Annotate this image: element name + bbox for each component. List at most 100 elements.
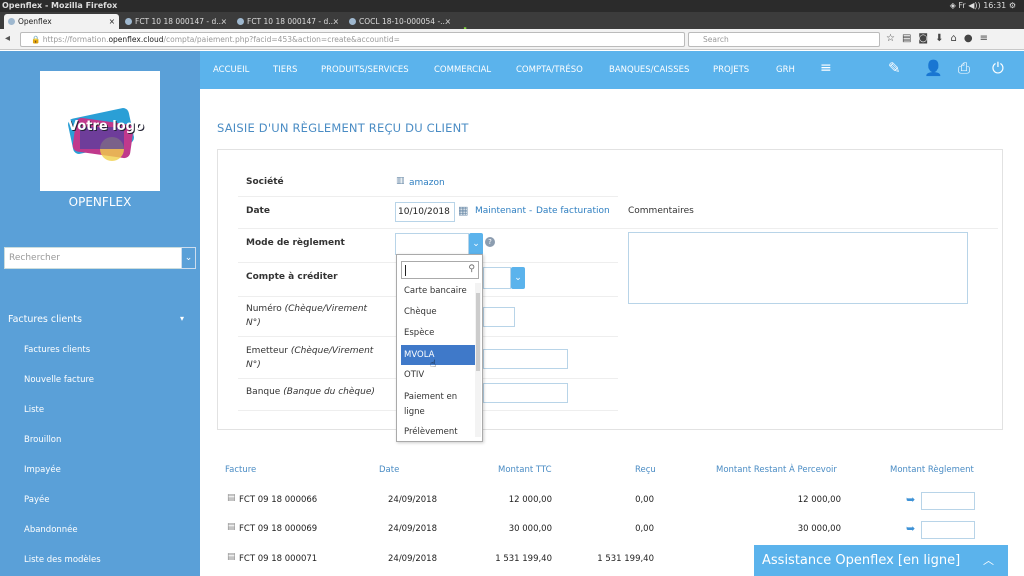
numero-input[interactable]	[483, 307, 515, 327]
volume-icon[interactable]: ◀))	[968, 1, 980, 10]
sidebar-search-input[interactable]: Rechercher	[4, 247, 184, 269]
brand-name: OPENFLEX	[68, 195, 132, 209]
option-prelevement[interactable]: Prélèvement	[401, 426, 475, 438]
close-tab-icon[interactable]: ×	[221, 14, 227, 29]
text-cursor	[405, 265, 406, 276]
commentaires-textarea[interactable]	[628, 232, 968, 304]
tab-fct-1[interactable]: FCT 10 18 000147 - d... ×	[121, 14, 231, 29]
maintenant-link[interactable]: Maintenant	[475, 206, 526, 216]
sidebar-item-impayee[interactable]: Impayée	[24, 465, 61, 475]
option-cheque[interactable]: Chèque	[401, 306, 475, 318]
menu-accueil[interactable]: ACCUEIL	[213, 65, 249, 75]
back-arrow-icon[interactable]: ◂	[5, 33, 10, 44]
tab-fct-2[interactable]: FCT 10 18 000147 - d... ×	[233, 14, 343, 29]
main-content: SAISIE D'UN RÈGLEMENT REÇU DU CLIENT Soc…	[200, 89, 1024, 576]
sidebar-item-liste-des-modeles[interactable]: Liste des modèles	[24, 555, 101, 565]
menu-banques-caisses[interactable]: BANQUES/CAISSES	[609, 65, 689, 75]
page-title: SAISIE D'UN RÈGLEMENT REÇU DU CLIENT	[217, 121, 469, 135]
chat-label: Assistance Openflex [en ligne]	[762, 553, 961, 568]
company-logo[interactable]: Votre logo	[40, 71, 160, 191]
date-facturation-link[interactable]: Date facturation	[536, 206, 610, 216]
banque-hint: (Banque du chèque)	[283, 387, 375, 397]
row-facture-link[interactable]: FCT 09 18 000069	[239, 524, 317, 534]
wifi-icon[interactable]: ◈	[950, 1, 956, 10]
help-icon[interactable]: ?	[485, 237, 495, 247]
close-tab-icon[interactable]: ×	[109, 14, 115, 29]
row-montant-ttc: 1 531 199,40	[495, 554, 552, 564]
montant-reglement-input[interactable]	[921, 521, 975, 539]
sidebar-item-payee[interactable]: Payée	[24, 495, 49, 505]
copy-amount-arrow-icon[interactable]: ➥	[906, 493, 915, 506]
option-mvola[interactable]: MVOLA	[401, 345, 475, 365]
tab-label: FCT 10 18 000147 - d...	[135, 17, 224, 26]
invoice-doc-icon: ▤	[227, 522, 236, 532]
invoice-doc-icon: ▤	[227, 493, 236, 503]
close-tab-icon[interactable]: ×	[333, 14, 339, 29]
menu-compta-treso[interactable]: COMPTA/TRÉSO	[516, 65, 583, 75]
dropdown-search-input[interactable]: ⚲	[401, 261, 479, 279]
star-icon[interactable]: ☆	[886, 33, 902, 44]
tab-openflex[interactable]: Openflex ×	[4, 14, 119, 29]
browser-search-input[interactable]: Search	[688, 32, 880, 47]
menu-commercial[interactable]: COMMERCIAL	[434, 65, 491, 75]
keyboard-lang[interactable]: Fr	[958, 1, 965, 10]
sidebar-item-brouillon[interactable]: Brouillon	[24, 435, 61, 445]
societe-link[interactable]: amazon	[409, 178, 445, 188]
url-path: /compta/paiement.php?facid=453&action=cr…	[163, 35, 400, 44]
tab-label: COCL 18-10-000054 -...	[359, 17, 448, 26]
option-espece[interactable]: Espèce	[401, 327, 475, 339]
payment-form: Société ▥ amazon Date 10/10/2018 ▦ Maint…	[217, 149, 1003, 430]
option-carte-bancaire[interactable]: Carte bancaire	[401, 285, 475, 297]
scrollbar-thumb[interactable]	[476, 293, 480, 371]
menu-tiers[interactable]: TIERS	[273, 65, 297, 75]
palette-icon[interactable]: ✎	[888, 59, 901, 77]
montant-reglement-input[interactable]	[921, 492, 975, 510]
tab-cocl[interactable]: COCL 18-10-000054 -... ×	[345, 14, 455, 29]
menu-produits-services[interactable]: PRODUITS/SERVICES	[321, 65, 409, 75]
building-icon: ▥	[396, 176, 405, 186]
url-bar[interactable]: 🔒 https://formation.openflex.cloud/compt…	[20, 32, 685, 47]
home-icon[interactable]: ⌂	[951, 33, 964, 44]
tab-label: FCT 10 18 000147 - d...	[247, 17, 336, 26]
option-otiv[interactable]: OTIV	[401, 369, 475, 381]
sidebar-item-nouvelle-facture[interactable]: Nouvelle facture	[24, 375, 94, 385]
date-input[interactable]: 10/10/2018	[395, 202, 455, 222]
pocket-icon[interactable]: ◙	[918, 33, 935, 44]
banque-input[interactable]	[483, 383, 568, 403]
user-icon[interactable]: 👤	[924, 59, 943, 77]
hamburger-menu-icon[interactable]: ≡	[980, 33, 995, 44]
copy-amount-arrow-icon[interactable]: ➥	[906, 522, 915, 535]
sidebar-section-factures-clients[interactable]: Factures clients ▾	[8, 314, 188, 325]
row-facture-link[interactable]: FCT 09 18 000071	[239, 554, 317, 564]
sidebar-item-factures-clients[interactable]: Factures clients	[24, 345, 90, 355]
sidebar-item-abandonnee[interactable]: Abandonnée	[24, 525, 78, 535]
chat-icon[interactable]: ●	[964, 33, 980, 44]
option-paiement-en-ligne[interactable]: Paiement en ligne	[401, 390, 475, 420]
settings-gear-icon[interactable]: ⚙	[1009, 1, 1016, 10]
date-label: Date	[246, 206, 270, 216]
menu-projets[interactable]: PROJETS	[713, 65, 749, 75]
close-tab-icon[interactable]: ×	[445, 14, 451, 29]
chevron-down-icon[interactable]: ⌄	[469, 233, 483, 255]
more-menu-hamburger-icon[interactable]: ≡	[820, 60, 832, 76]
emetteur-input[interactable]	[483, 349, 568, 369]
compte-crediter-select[interactable]	[483, 267, 511, 289]
printer-icon[interactable]: ⎙	[958, 59, 970, 77]
sidebar: Votre logo OPENFLEX Rechercher ⌄ Facture…	[0, 51, 200, 576]
download-icon[interactable]: ⬇	[935, 33, 950, 44]
sidebar-search-dropdown-icon[interactable]: ⌄	[181, 247, 196, 269]
tab-favicon-icon	[237, 18, 244, 25]
calendar-icon[interactable]: ▦	[458, 204, 468, 217]
sidebar-item-liste[interactable]: Liste	[24, 405, 44, 415]
chevron-up-icon[interactable]: ︿	[983, 545, 994, 576]
logout-power-icon[interactable]: ⏻	[992, 59, 1004, 77]
mode-reglement-select[interactable]	[395, 233, 469, 255]
chevron-down-icon[interactable]: ⌄	[511, 267, 525, 289]
tab-favicon-icon	[8, 18, 15, 25]
menu-grh[interactable]: GRH	[776, 65, 795, 75]
reading-list-icon[interactable]: ▤	[902, 33, 918, 44]
dropdown-scrollbar[interactable]	[475, 283, 481, 437]
assistance-chat-widget[interactable]: Assistance Openflex [en ligne] ︿	[754, 545, 1008, 576]
row-facture-link[interactable]: FCT 09 18 000066	[239, 495, 317, 505]
row-restant: 12 000,00	[797, 495, 841, 505]
